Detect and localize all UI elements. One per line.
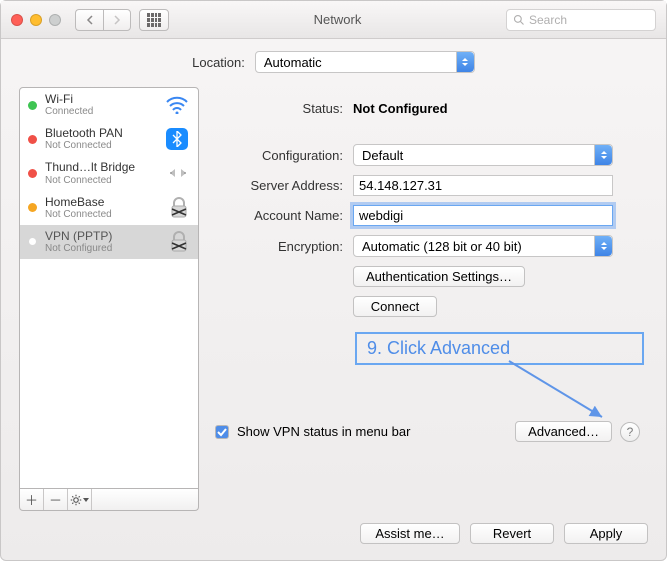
lock-icon [168, 197, 190, 219]
footer: Assist me… Revert Apply [1, 511, 666, 560]
configuration-value: Default [362, 148, 403, 163]
authentication-settings-button[interactable]: Authentication Settings… [353, 266, 525, 287]
account-name-label: Account Name: [215, 208, 353, 223]
chevron-updown-icon [456, 52, 474, 72]
service-status: Not Configured [45, 243, 160, 254]
service-status: Connected [45, 106, 156, 117]
status-dot [28, 237, 37, 246]
sidebar: Wi-Fi Connected Bluetooth PAN Not Connec… [19, 87, 199, 511]
apply-button[interactable]: Apply [564, 523, 648, 544]
wifi-icon [164, 95, 190, 115]
encryption-select[interactable]: Automatic (128 bit or 40 bit) [353, 235, 613, 257]
service-actions-menu[interactable] [68, 489, 92, 510]
configuration-select[interactable]: Default [353, 144, 613, 166]
close-window-button[interactable] [11, 14, 23, 26]
service-item-homebase[interactable]: HomeBase Not Connected [20, 191, 198, 225]
connect-button[interactable]: Connect [353, 296, 437, 317]
location-row: Location: Automatic [1, 39, 666, 87]
account-name-input[interactable] [353, 205, 613, 226]
grid-icon [147, 13, 161, 27]
server-address-label: Server Address: [215, 178, 353, 193]
location-label: Location: [192, 55, 245, 70]
service-name: Wi-Fi [45, 93, 156, 106]
detail-panel: Status: Not Configured Configuration: De… [211, 87, 648, 511]
show-all-button[interactable] [139, 9, 169, 31]
bluetooth-icon [164, 129, 190, 149]
search-field[interactable]: Search [506, 9, 656, 31]
annotation-arrow [215, 365, 644, 421]
gear-icon [70, 494, 82, 506]
server-address-input[interactable] [353, 175, 613, 196]
search-icon [513, 14, 525, 26]
forward-button[interactable] [103, 9, 131, 31]
window-title: Network [177, 12, 498, 27]
sidebar-footer: ＋ － [19, 489, 199, 511]
add-service-button[interactable]: ＋ [20, 489, 44, 510]
status-dot [28, 203, 37, 212]
remove-service-button[interactable]: － [44, 489, 68, 510]
show-vpn-status-label: Show VPN status in menu bar [237, 424, 507, 439]
service-name: Thund…lt Bridge [45, 161, 158, 174]
chevron-updown-icon [594, 236, 612, 256]
service-name: Bluetooth PAN [45, 127, 156, 140]
main-content: Wi-Fi Connected Bluetooth PAN Not Connec… [1, 87, 666, 511]
back-button[interactable] [75, 9, 103, 31]
system-preferences-window: Network Search Location: Automatic Wi-Fi… [0, 0, 667, 561]
encryption-label: Encryption: [215, 239, 353, 254]
service-status: Not Connected [45, 175, 158, 186]
status-dot [28, 101, 37, 110]
traffic-lights [11, 14, 61, 26]
thunderbolt-icon [166, 163, 190, 183]
status-dot [28, 169, 37, 178]
location-value: Automatic [264, 55, 322, 70]
service-status: Not Connected [45, 140, 156, 151]
service-item-bluetooth[interactable]: Bluetooth PAN Not Connected [20, 122, 198, 156]
zoom-window-button[interactable] [49, 14, 61, 26]
status-label: Status: [215, 101, 353, 116]
titlebar: Network Search [1, 1, 666, 39]
service-item-wifi[interactable]: Wi-Fi Connected [20, 88, 198, 122]
location-select[interactable]: Automatic [255, 51, 475, 73]
revert-button[interactable]: Revert [470, 523, 554, 544]
service-item-thunderbolt[interactable]: Thund…lt Bridge Not Connected [20, 156, 198, 190]
assist-me-button[interactable]: Assist me… [360, 523, 460, 544]
minimize-window-button[interactable] [30, 14, 42, 26]
service-item-vpn[interactable]: VPN (PPTP) Not Configured [20, 225, 198, 259]
service-status: Not Connected [45, 209, 160, 220]
service-name: VPN (PPTP) [45, 230, 160, 243]
chevron-updown-icon [594, 145, 612, 165]
nav-segment [75, 9, 131, 31]
search-placeholder: Search [529, 13, 567, 27]
encryption-value: Automatic (128 bit or 40 bit) [362, 239, 522, 254]
lock-icon [168, 231, 190, 253]
status-value: Not Configured [353, 101, 644, 116]
status-dot [28, 135, 37, 144]
chevron-down-icon [83, 498, 89, 502]
service-list[interactable]: Wi-Fi Connected Bluetooth PAN Not Connec… [19, 87, 199, 489]
show-vpn-status-checkbox[interactable] [215, 425, 229, 439]
configuration-label: Configuration: [215, 148, 353, 163]
service-name: HomeBase [45, 196, 160, 209]
